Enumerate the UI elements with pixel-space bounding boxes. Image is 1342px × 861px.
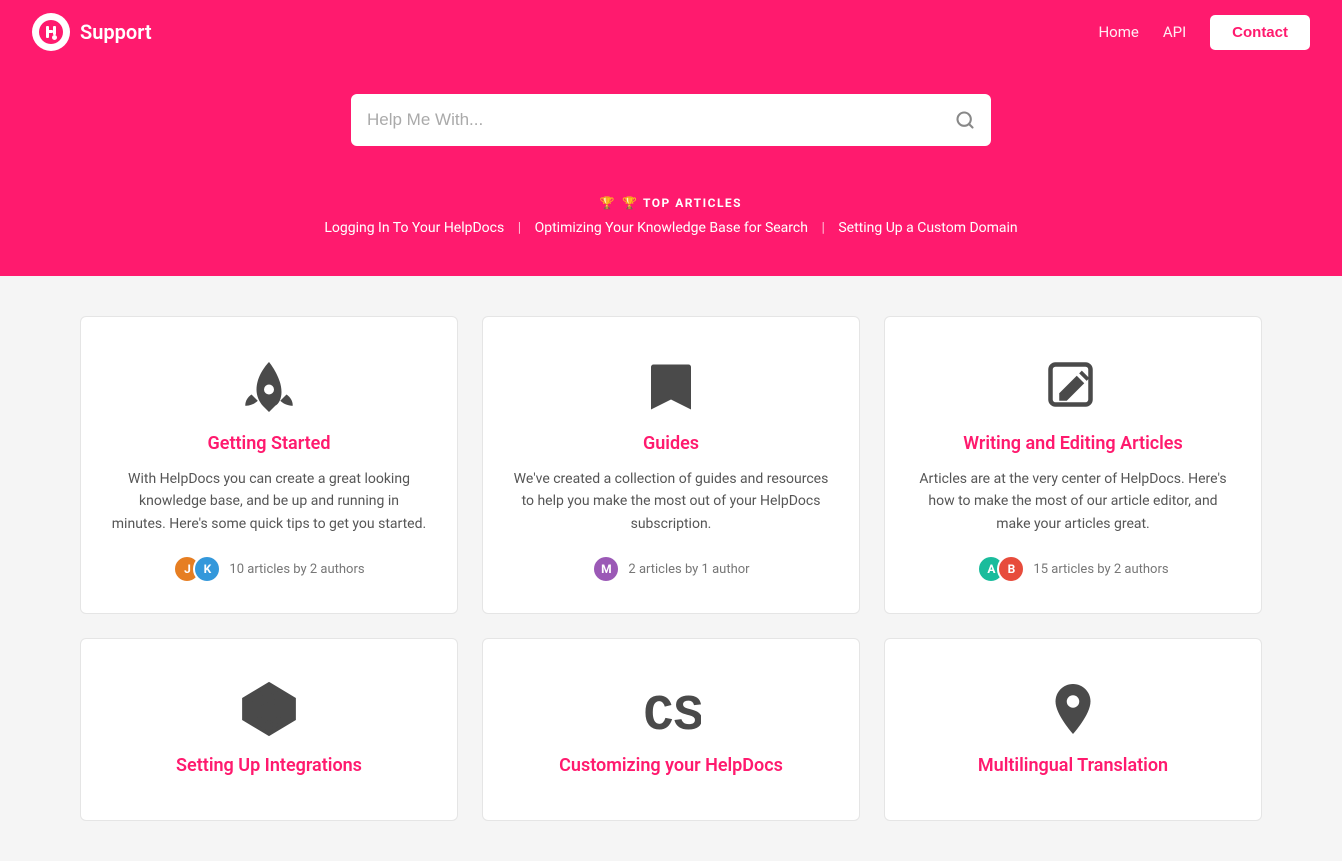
integration-icon — [239, 679, 299, 739]
avatars-writing: A B — [977, 555, 1025, 583]
category-card-writing: Writing and Editing Articles Articles ar… — [884, 316, 1262, 614]
card-title-writing[interactable]: Writing and Editing Articles — [963, 433, 1183, 454]
top-article-link-1[interactable]: Logging In To Your HelpDocs — [324, 220, 504, 236]
brand-logo — [32, 13, 70, 51]
separator-2: | — [821, 220, 824, 236]
navbar: Support Home API Contact — [0, 0, 1342, 64]
card-title-integrations[interactable]: Setting Up Integrations — [176, 755, 362, 776]
card-title-translation[interactable]: Multilingual Translation — [978, 755, 1168, 776]
top-article-link-2[interactable]: Optimizing Your Knowledge Base for Searc… — [535, 220, 808, 236]
hero-section — [0, 64, 1342, 196]
search-button[interactable] — [955, 110, 975, 130]
category-card-guides: Guides We've created a collection of gui… — [482, 316, 860, 614]
nav-api[interactable]: API — [1163, 23, 1186, 41]
category-grid: Getting Started With HelpDocs you can cr… — [80, 316, 1262, 821]
card-title-getting-started[interactable]: Getting Started — [208, 433, 331, 454]
category-card-translation: Multilingual Translation — [884, 638, 1262, 821]
card-title-customizing[interactable]: Customizing your HelpDocs — [559, 755, 783, 776]
search-box — [351, 94, 991, 146]
avatars-guides: M — [592, 555, 620, 583]
trophy-icon: 🏆 — [600, 196, 616, 210]
category-card-integrations: Setting Up Integrations — [80, 638, 458, 821]
category-card-getting-started: Getting Started With HelpDocs you can cr… — [80, 316, 458, 614]
separator-1: | — [518, 220, 521, 236]
nav-home[interactable]: Home — [1098, 23, 1138, 41]
avatar-3: M — [592, 555, 620, 583]
brand-link[interactable]: Support — [32, 13, 152, 51]
articles-count-getting-started: 10 articles by 2 authors — [229, 562, 364, 577]
search-icon — [955, 110, 975, 130]
avatar-5: B — [997, 555, 1025, 583]
card-meta-guides: M 2 articles by 1 author — [592, 555, 749, 583]
card-meta-writing: A B 15 articles by 2 authors — [977, 555, 1168, 583]
nav-links: Home API Contact — [1098, 15, 1310, 50]
articles-count-writing: 15 articles by 2 authors — [1033, 562, 1168, 577]
card-desc-writing: Articles are at the very center of HelpD… — [915, 468, 1231, 535]
card-desc-guides: We've created a collection of guides and… — [513, 468, 829, 535]
location-icon — [1043, 679, 1103, 739]
avatar-2: K — [193, 555, 221, 583]
top-articles-label: 🏆 🏆 TOP ARTICLES — [32, 196, 1310, 210]
brand-name: Support — [80, 20, 152, 44]
rocket-icon — [239, 357, 299, 417]
card-title-guides[interactable]: Guides — [643, 433, 699, 454]
search-input[interactable] — [367, 110, 955, 130]
css-icon: CSS — [641, 679, 701, 739]
card-desc-getting-started: With HelpDocs you can create a great loo… — [111, 468, 427, 535]
main-content: Getting Started With HelpDocs you can cr… — [0, 276, 1342, 861]
contact-button[interactable]: Contact — [1210, 15, 1310, 50]
category-card-customizing: CSS Customizing your HelpDocs — [482, 638, 860, 821]
avatars-getting-started: J K — [173, 555, 221, 583]
top-article-link-3[interactable]: Setting Up a Custom Domain — [838, 220, 1017, 236]
edit-icon — [1043, 357, 1103, 417]
card-meta-getting-started: J K 10 articles by 2 authors — [173, 555, 364, 583]
bookmark-icon — [641, 357, 701, 417]
top-articles-links: Logging In To Your HelpDocs | Optimizing… — [32, 220, 1310, 236]
articles-count-guides: 2 articles by 1 author — [628, 562, 749, 577]
top-articles-section: 🏆 🏆 TOP ARTICLES Logging In To Your Help… — [0, 196, 1342, 276]
